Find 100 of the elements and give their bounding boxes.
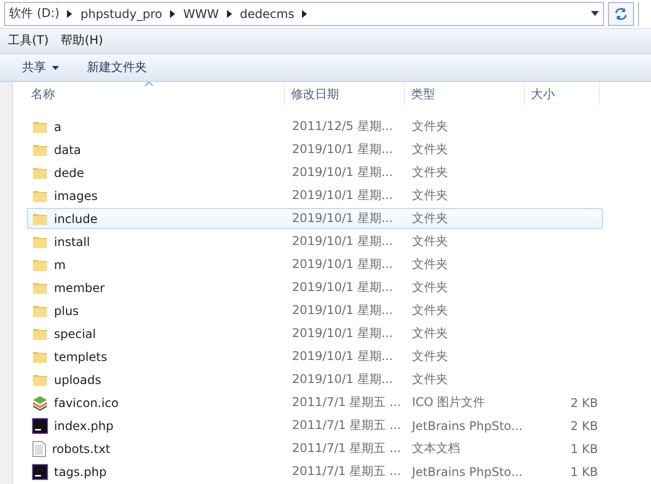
arrow-icon — [302, 10, 308, 18]
caret-icon — [52, 66, 59, 70]
arrow-icon — [67, 10, 72, 18]
dropdown-caret-icon — [591, 11, 599, 16]
php-file-icon — [32, 464, 48, 480]
column-header[interactable]: 大小 — [525, 82, 600, 106]
file-type: JetBrains PhpSto... — [410, 418, 524, 432]
file-type: 文件夹 — [411, 371, 449, 388]
file-type: 文本文档 — [411, 440, 461, 457]
file-name: plus — [54, 304, 79, 318]
file-row[interactable]: images 2019/10/1 星期... 文件夹 — [27, 185, 603, 206]
file-date: 2019/10/1 星期... — [291, 256, 394, 273]
file-type: 文件夹 — [411, 279, 449, 296]
file-size: 1 KB — [569, 442, 598, 456]
file-type: 文件夹 — [411, 302, 449, 319]
file-row[interactable]: tags.php 2011/7/1 星期五 ... JetBrains PhpSto... 1 KB — [27, 461, 603, 482]
file-date: 2011/7/1 星期五 ... — [291, 417, 402, 434]
file-date: 2019/10/1 星期... — [291, 233, 394, 250]
arrow-icon — [226, 10, 232, 18]
file-size: 1 KB — [569, 464, 598, 478]
file-date: 2011/12/5 星期... — [291, 118, 394, 135]
folder-icon — [32, 188, 48, 202]
column-header[interactable]: 修改日期 — [285, 82, 405, 106]
file-date: 2019/10/1 星期... — [291, 279, 394, 296]
folder-icon — [32, 258, 48, 272]
column-header[interactable]: 类型 — [405, 82, 525, 106]
file-row[interactable]: special 2019/10/1 星期... 文件夹 — [27, 323, 603, 344]
folder-icon — [32, 326, 48, 340]
menu-item[interactable]: 帮助(H) — [56, 30, 108, 52]
file-row[interactable]: favicon.ico 2011/7/1 星期五 ... ICO 图片文件 2 KB — [27, 392, 603, 413]
file-date: 2019/10/1 星期... — [291, 187, 394, 204]
column-header[interactable]: 名称 — [25, 82, 285, 106]
folder-icon — [32, 120, 48, 134]
folder-icon — [32, 166, 48, 180]
file-date: 2019/10/1 星期... — [291, 371, 394, 388]
share-button[interactable]: 共享 — [14, 56, 67, 80]
file-size: 2 KB — [569, 418, 598, 432]
file-name: uploads — [54, 372, 102, 386]
file-row[interactable]: index.php 2011/7/1 星期五 ... JetBrains PhpSto... 2 KB — [27, 415, 603, 436]
file-row[interactable]: templets 2019/10/1 星期... 文件夹 — [27, 346, 603, 367]
file-row[interactable]: data 2019/10/1 星期... 文件夹 — [27, 139, 603, 160]
file-name: install — [54, 234, 90, 248]
folder-icon — [32, 234, 48, 248]
file-row[interactable]: plus 2019/10/1 星期... 文件夹 — [27, 300, 603, 321]
file-size: 2 KB — [569, 396, 598, 410]
file-type: 文件夹 — [411, 210, 449, 227]
refresh-button[interactable] — [608, 2, 634, 26]
file-name: a — [54, 120, 62, 134]
file-name: robots.txt — [52, 442, 110, 456]
file-name: m — [54, 258, 66, 272]
file-type: JetBrains PhpSto... — [410, 464, 524, 478]
breadcrumb-item[interactable]: WWW — [183, 6, 219, 21]
folder-icon — [32, 350, 48, 364]
file-row[interactable]: uploads 2019/10/1 星期... 文件夹 — [27, 369, 603, 390]
file-type: 文件夹 — [411, 141, 449, 158]
file-type: 文件夹 — [411, 256, 449, 273]
folder-icon — [32, 280, 48, 294]
file-name: member — [54, 280, 105, 294]
refresh-icon — [614, 6, 628, 21]
file-row[interactable]: member 2019/10/1 星期... 文件夹 — [27, 277, 603, 298]
file-row[interactable]: install 2019/10/1 星期... 文件夹 — [27, 231, 603, 252]
new-folder-button[interactable]: 新建文件夹 — [79, 56, 155, 80]
file-row[interactable]: dede 2019/10/1 星期... 文件夹 — [27, 162, 603, 183]
file-name: index.php — [54, 418, 114, 432]
arrow-icon — [170, 10, 176, 18]
text-file-icon — [32, 440, 46, 456]
file-name: special — [54, 326, 96, 340]
file-date: 2011/7/1 星期五 ... — [291, 463, 402, 480]
folder-icon — [32, 212, 48, 226]
file-date: 2019/10/1 星期... — [291, 302, 394, 319]
file-name: tags.php — [54, 464, 107, 478]
file-type: 文件夹 — [411, 118, 449, 135]
file-row[interactable]: a 2011/12/5 星期... 文件夹 — [27, 116, 603, 137]
file-type: ICO 图片文件 — [411, 394, 486, 411]
file-row[interactable]: robots.txt 2011/7/1 星期五 ... 文本文档 1 KB — [27, 438, 603, 459]
breadcrumb-item[interactable]: 软件 (D:) — [9, 5, 60, 22]
file-name: data — [54, 142, 82, 156]
file-name: include — [54, 212, 98, 226]
file-name: favicon.ico — [54, 396, 119, 410]
file-type: 文件夹 — [411, 164, 449, 181]
folder-icon — [32, 372, 48, 386]
file-date: 2011/7/1 星期五 ... — [291, 394, 402, 411]
file-name: dede — [54, 166, 84, 180]
file-row[interactable]: include 2019/10/1 星期... 文件夹 — [27, 208, 603, 229]
file-type: 文件夹 — [411, 187, 449, 204]
file-type: 文件夹 — [411, 233, 449, 250]
breadcrumb-item[interactable]: dedecms — [240, 6, 294, 21]
file-date: 2019/10/1 星期... — [291, 348, 394, 365]
file-name: images — [54, 188, 98, 202]
file-date: 2019/10/1 星期... — [291, 141, 394, 158]
file-date: 2011/7/1 星期五 ... — [291, 440, 402, 457]
file-row[interactable]: m 2019/10/1 星期... 文件夹 — [27, 254, 603, 275]
menu-item[interactable]: 工具(T) — [4, 30, 53, 52]
file-name: templets — [54, 350, 108, 364]
address-bar[interactable]: 软件 (D:) phpstudy_pro WWW dedecms — [4, 2, 604, 26]
folder-icon — [32, 142, 48, 156]
php-file-icon — [32, 418, 48, 434]
breadcrumb-item[interactable]: phpstudy_pro — [80, 6, 162, 21]
file-type: 文件夹 — [411, 325, 449, 342]
layered-diamond-icon — [32, 394, 48, 410]
